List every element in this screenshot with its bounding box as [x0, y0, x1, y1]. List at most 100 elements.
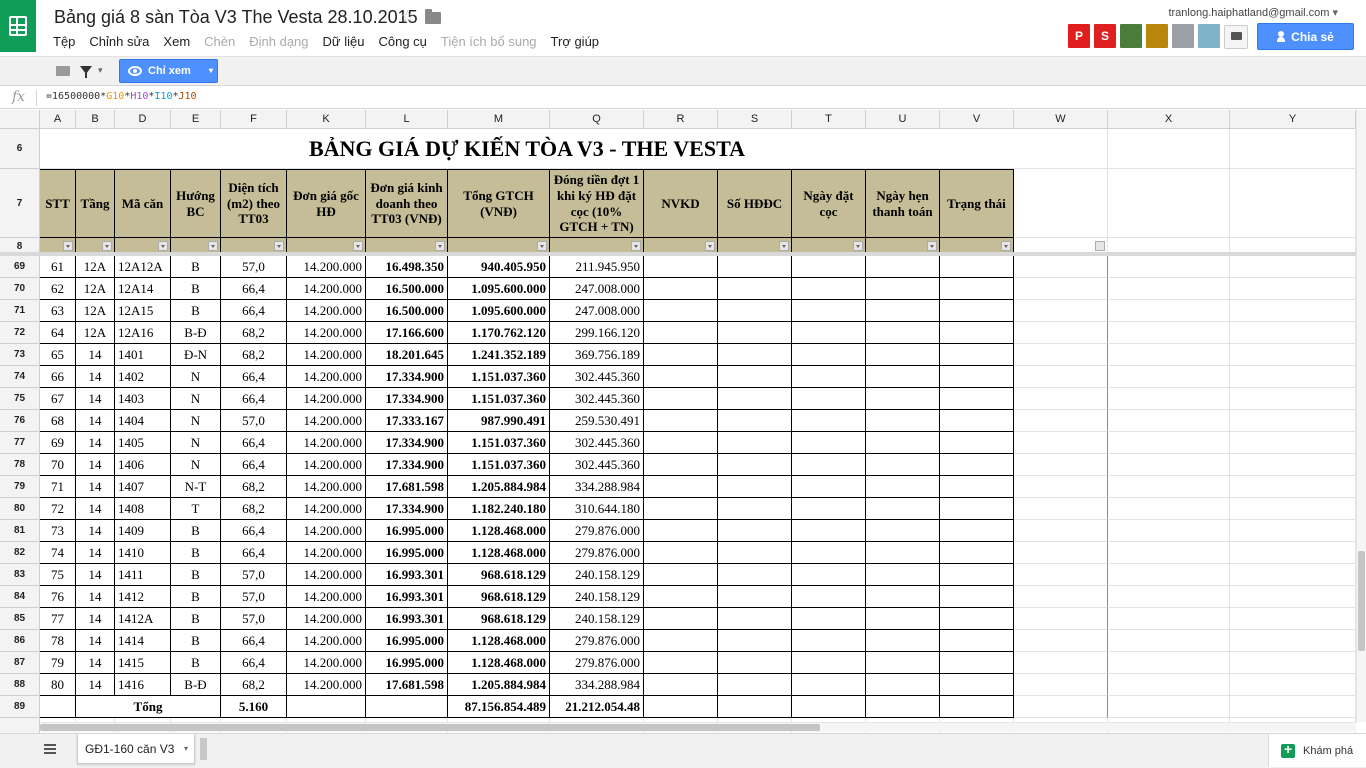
empty-cell[interactable]	[644, 564, 718, 586]
table-cell[interactable]: 940.405.950	[448, 256, 550, 278]
filter-dropdown-icon[interactable]	[435, 241, 445, 251]
table-cell[interactable]: 247.008.000	[550, 300, 644, 322]
book-addon-icon[interactable]	[1146, 24, 1168, 48]
filter-dropdown-icon[interactable]	[1095, 241, 1105, 251]
table-cell[interactable]: 14	[76, 366, 115, 388]
row-header[interactable]: 70	[0, 278, 40, 300]
avatar-addon-icon[interactable]	[1198, 24, 1220, 48]
column-header[interactable]: R	[644, 110, 718, 129]
empty-cell[interactable]	[644, 454, 718, 476]
column-header[interactable]: Q	[550, 110, 644, 129]
table-cell[interactable]: B	[171, 520, 221, 542]
empty-cell[interactable]	[866, 696, 940, 718]
empty-cell[interactable]	[718, 322, 792, 344]
table-cell[interactable]: 16.995.000	[366, 652, 448, 674]
row-header[interactable]: 77	[0, 432, 40, 454]
empty-cell[interactable]	[1230, 696, 1356, 718]
table-cell[interactable]: 77	[40, 608, 76, 630]
table-cell[interactable]: 14.200.000	[287, 432, 366, 454]
table-cell[interactable]: 259.530.491	[550, 410, 644, 432]
empty-cell[interactable]	[718, 564, 792, 586]
table-cell[interactable]: 72	[40, 498, 76, 520]
table-cell[interactable]: B	[171, 300, 221, 322]
empty-cell[interactable]	[1108, 322, 1230, 344]
empty-cell[interactable]	[940, 520, 1014, 542]
table-cell[interactable]: 12A	[76, 300, 115, 322]
empty-cell[interactable]	[940, 322, 1014, 344]
empty-cell[interactable]	[1108, 564, 1230, 586]
explore-button[interactable]: Khám phá	[1268, 734, 1366, 767]
table-cell[interactable]: 17.681.598	[366, 674, 448, 696]
table-cell[interactable]: 12A15	[115, 300, 171, 322]
empty-cell[interactable]	[1230, 674, 1356, 696]
empty-cell[interactable]	[940, 498, 1014, 520]
empty-cell[interactable]	[866, 278, 940, 300]
menu-item[interactable]: Trợ giúp	[544, 32, 607, 51]
table-cell[interactable]: 240.158.129	[550, 586, 644, 608]
table-cell[interactable]: 66,4	[221, 520, 287, 542]
table-cell[interactable]: 14.200.000	[287, 498, 366, 520]
row-header[interactable]: 85	[0, 608, 40, 630]
table-cell[interactable]: 1.151.037.360	[448, 366, 550, 388]
empty-cell[interactable]	[644, 630, 718, 652]
empty-cell[interactable]	[718, 476, 792, 498]
table-cell[interactable]: 302.445.360	[550, 366, 644, 388]
empty-cell[interactable]	[866, 542, 940, 564]
empty-cell[interactable]	[1230, 322, 1356, 344]
empty-cell[interactable]	[1230, 542, 1356, 564]
empty-cell[interactable]	[1108, 608, 1230, 630]
chevron-down-icon[interactable]: ▾	[184, 744, 188, 753]
table-cell[interactable]: 16.500.000	[366, 300, 448, 322]
table-cell[interactable]: 16.993.301	[366, 564, 448, 586]
table-cell[interactable]: 1.128.468.000	[448, 652, 550, 674]
empty-cell[interactable]	[792, 652, 866, 674]
table-cell[interactable]: 66,4	[221, 278, 287, 300]
table-cell[interactable]: 14	[76, 520, 115, 542]
table-cell[interactable]: 14	[76, 608, 115, 630]
column-header[interactable]: B	[76, 110, 115, 129]
table-cell[interactable]: 14.200.000	[287, 322, 366, 344]
empty-cell[interactable]	[866, 432, 940, 454]
empty-cell[interactable]	[718, 344, 792, 366]
empty-cell[interactable]	[866, 652, 940, 674]
empty-cell[interactable]	[644, 432, 718, 454]
column-header[interactable]: Y	[1230, 110, 1356, 129]
empty-cell[interactable]	[792, 388, 866, 410]
sheets-logo-icon[interactable]	[0, 0, 36, 52]
table-cell[interactable]: 1.241.352.189	[448, 344, 550, 366]
filter-dropdown-icon[interactable]: ▾	[98, 65, 103, 76]
empty-cell[interactable]	[866, 498, 940, 520]
empty-cell[interactable]	[792, 520, 866, 542]
empty-cell[interactable]	[1108, 630, 1230, 652]
empty-cell[interactable]	[940, 410, 1014, 432]
table-cell[interactable]: 240.158.129	[550, 564, 644, 586]
empty-cell[interactable]	[940, 476, 1014, 498]
filter-dropdown-icon[interactable]	[927, 241, 937, 251]
empty-cell[interactable]	[940, 586, 1014, 608]
empty-cell[interactable]	[940, 542, 1014, 564]
empty-cell[interactable]	[1230, 630, 1356, 652]
empty-cell[interactable]	[644, 608, 718, 630]
empty-cell[interactable]	[644, 278, 718, 300]
table-cell[interactable]: 79	[40, 652, 76, 674]
empty-cell[interactable]	[940, 696, 1014, 718]
table-cell[interactable]: 17.681.598	[366, 476, 448, 498]
empty-cell[interactable]	[644, 344, 718, 366]
table-cell[interactable]: 247.008.000	[550, 278, 644, 300]
empty-cell[interactable]	[718, 256, 792, 278]
empty-cell[interactable]	[792, 410, 866, 432]
empty-cell[interactable]	[1108, 410, 1230, 432]
table-cell[interactable]: 1412	[115, 586, 171, 608]
menu-item[interactable]: Công cụ	[371, 32, 433, 51]
menu-item[interactable]: Dữ liệu	[316, 32, 372, 51]
empty-cell[interactable]	[940, 564, 1014, 586]
empty-cell[interactable]	[1014, 278, 1108, 300]
empty-cell[interactable]	[718, 278, 792, 300]
table-cell[interactable]: 14.200.000	[287, 278, 366, 300]
empty-cell[interactable]	[866, 366, 940, 388]
empty-cell[interactable]	[866, 564, 940, 586]
row-header[interactable]: 72	[0, 322, 40, 344]
table-cell[interactable]: 279.876.000	[550, 542, 644, 564]
table-cell[interactable]: 14	[76, 432, 115, 454]
column-header[interactable]: F	[221, 110, 287, 129]
